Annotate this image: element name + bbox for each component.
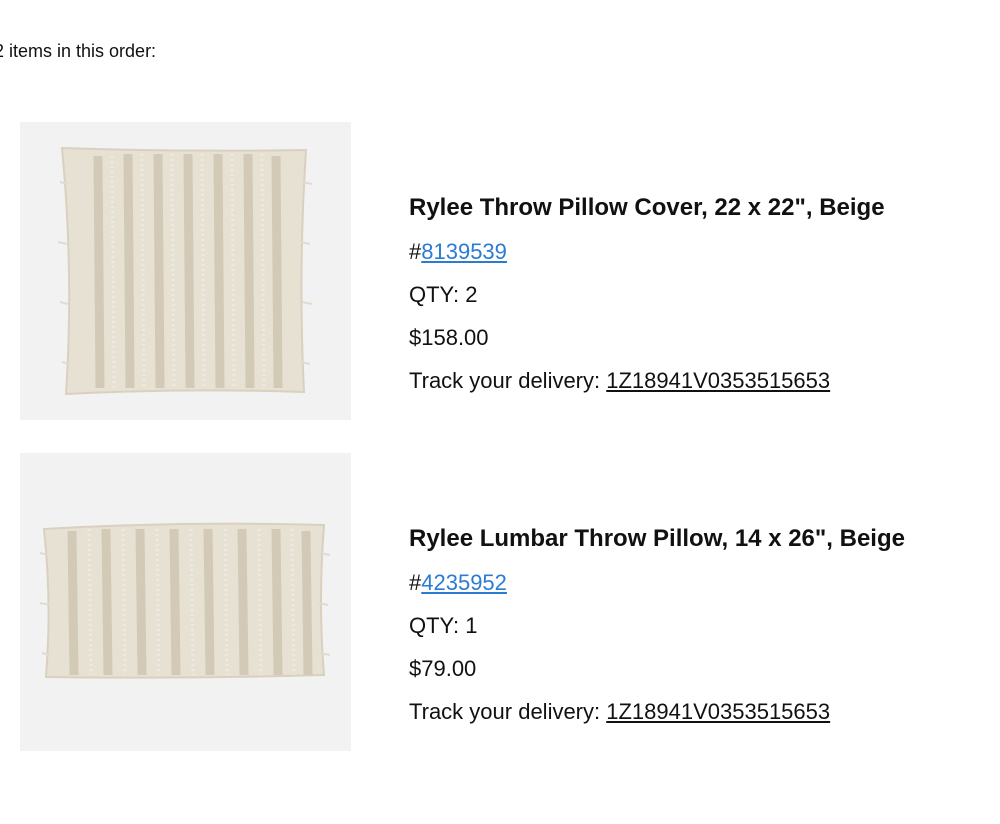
- sku-prefix: #: [409, 570, 422, 595]
- items-count-text: 2 items in this order:: [0, 41, 157, 61]
- lumbar-pillow-image: [20, 453, 351, 751]
- order-items-page: 2 items in this order: Rylee Throw Pillo…: [0, 0, 1000, 824]
- tracking-line: Track your delivery: 1Z18941V0353515653: [409, 368, 885, 394]
- sku-link[interactable]: 8139539: [421, 239, 507, 264]
- quantity-line: QTY: 1: [409, 613, 905, 639]
- product-title[interactable]: Rylee Lumbar Throw Pillow, 14 x 26", Bei…: [409, 525, 905, 553]
- item-details: Rylee Throw Pillow Cover, 22 x 22", Beig…: [409, 194, 885, 394]
- item-details: Rylee Lumbar Throw Pillow, 14 x 26", Bei…: [409, 525, 905, 725]
- product-image[interactable]: [20, 122, 351, 420]
- price: $158.00: [409, 325, 489, 350]
- sku-prefix: #: [409, 239, 422, 264]
- track-label: Track your delivery:: [409, 368, 601, 393]
- qty-label: QTY:: [409, 282, 460, 307]
- quantity-line: QTY: 2: [409, 282, 885, 308]
- product-title[interactable]: Rylee Throw Pillow Cover, 22 x 22", Beig…: [409, 194, 885, 222]
- tracking-number-link[interactable]: 1Z18941V0353515653: [606, 368, 830, 393]
- product-image[interactable]: [20, 453, 351, 751]
- track-label: Track your delivery:: [409, 699, 601, 724]
- qty-value: 1: [465, 613, 478, 638]
- tracking-line: Track your delivery: 1Z18941V0353515653: [409, 699, 905, 725]
- qty-value: 2: [465, 282, 478, 307]
- sku-link[interactable]: 4235952: [421, 570, 507, 595]
- sku-line: #8139539: [409, 239, 885, 265]
- tracking-number-link[interactable]: 1Z18941V0353515653: [606, 699, 830, 724]
- price: $79.00: [409, 656, 477, 681]
- square-pillow-image: [20, 122, 351, 420]
- qty-label: QTY:: [409, 613, 460, 638]
- sku-line: #4235952: [409, 570, 905, 596]
